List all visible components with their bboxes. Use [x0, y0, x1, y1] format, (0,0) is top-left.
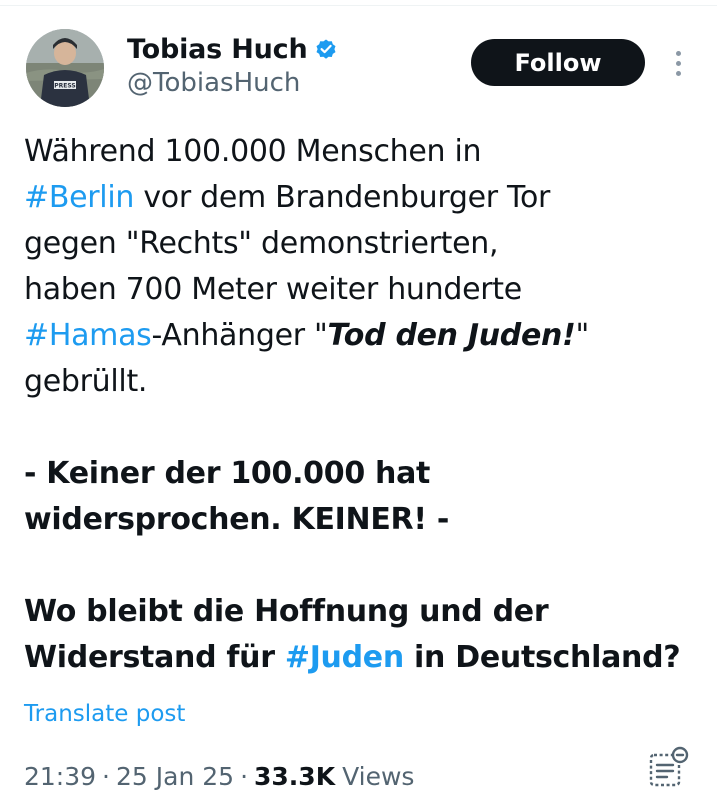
author-handle[interactable]: @TobiasHuch: [127, 68, 300, 98]
avatar[interactable]: PRESS: [26, 29, 104, 107]
tweet-text-segment: gegen "Rechts" demonstrierten,: [24, 226, 499, 261]
tweet-text-segment: vor dem Brandenburger Tor: [134, 180, 551, 215]
tweet-text-segment: haben 700 Meter weiter hunderte: [24, 272, 522, 307]
tweet-text-segment: in Deutschland?: [403, 640, 681, 675]
tweet-line: haben 700 Meter weiter hunderte: [24, 267, 704, 313]
tweet-line: gegen "Rechts" demonstrierten,: [24, 221, 704, 267]
tweet-line-bold: Wo bleibt die Hoffnung und der: [24, 589, 704, 635]
verified-badge-icon[interactable]: [314, 37, 338, 61]
tweet-line: gebrüllt.: [24, 359, 704, 405]
tweet-line-bold: - Keiner der 100.000 hat: [24, 451, 704, 497]
tweet-text: Während 100.000 Menschen in #Berlin vor …: [24, 129, 704, 681]
post-date[interactable]: 25 Jan 25: [116, 762, 234, 791]
author-name-row: Tobias Huch: [127, 30, 338, 68]
translate-post-link[interactable]: Translate post: [24, 701, 185, 727]
tweet-text-segment: ": [575, 318, 589, 353]
community-notes-icon[interactable]: [645, 745, 691, 791]
views-label: Views: [342, 762, 415, 791]
views-count: 33.3K: [254, 762, 336, 791]
tweet-text-segment: -Anhänger ": [151, 318, 328, 353]
tweet-text-segment: - Keiner der 100.000 hat: [24, 456, 431, 491]
meta-separator: ·: [240, 762, 249, 791]
more-dot: [675, 60, 681, 66]
tweet-text-segment: gebrüllt.: [24, 364, 148, 399]
hashtag-berlin-link[interactable]: #Berlin: [24, 180, 134, 215]
tweet-line-bold: widersprochen. KEINER! -: [24, 497, 704, 543]
more-vertical-icon[interactable]: [667, 46, 689, 80]
tweet-text-segment: widersprochen. KEINER! -: [24, 502, 450, 537]
author-display-name[interactable]: Tobias Huch: [127, 34, 308, 65]
tweet-text-segment: Während 100.000 Menschen in: [24, 134, 482, 169]
svg-text:PRESS: PRESS: [54, 83, 76, 90]
follow-button[interactable]: Follow: [471, 39, 645, 86]
tweet-line: Während 100.000 Menschen in: [24, 129, 704, 175]
hashtag-hamas-link[interactable]: #Hamas: [24, 318, 152, 353]
post-time[interactable]: 21:39: [24, 762, 96, 791]
emphasized-quote: Tod den Juden!: [327, 318, 576, 353]
tweet-text-segment: Widerstand für: [24, 640, 285, 675]
tweet-line: #Berlin vor dem Brandenburger Tor: [24, 175, 704, 221]
meta-separator: ·: [102, 762, 110, 791]
tweet-meta: 21:39 · 25 Jan 25 · 33.3K Views: [24, 762, 414, 791]
more-dot: [675, 70, 681, 76]
more-dot: [675, 50, 681, 56]
avatar-photo: PRESS: [26, 29, 104, 107]
tweet-line: #Hamas-Anhänger "Tod den Juden!": [24, 313, 704, 359]
top-divider: [0, 5, 717, 6]
hashtag-juden-link[interactable]: #Juden: [285, 640, 404, 675]
tweet-text-segment: Wo bleibt die Hoffnung und der: [24, 594, 549, 629]
tweet-line-bold: Widerstand für #Juden in Deutschland?: [24, 635, 704, 681]
